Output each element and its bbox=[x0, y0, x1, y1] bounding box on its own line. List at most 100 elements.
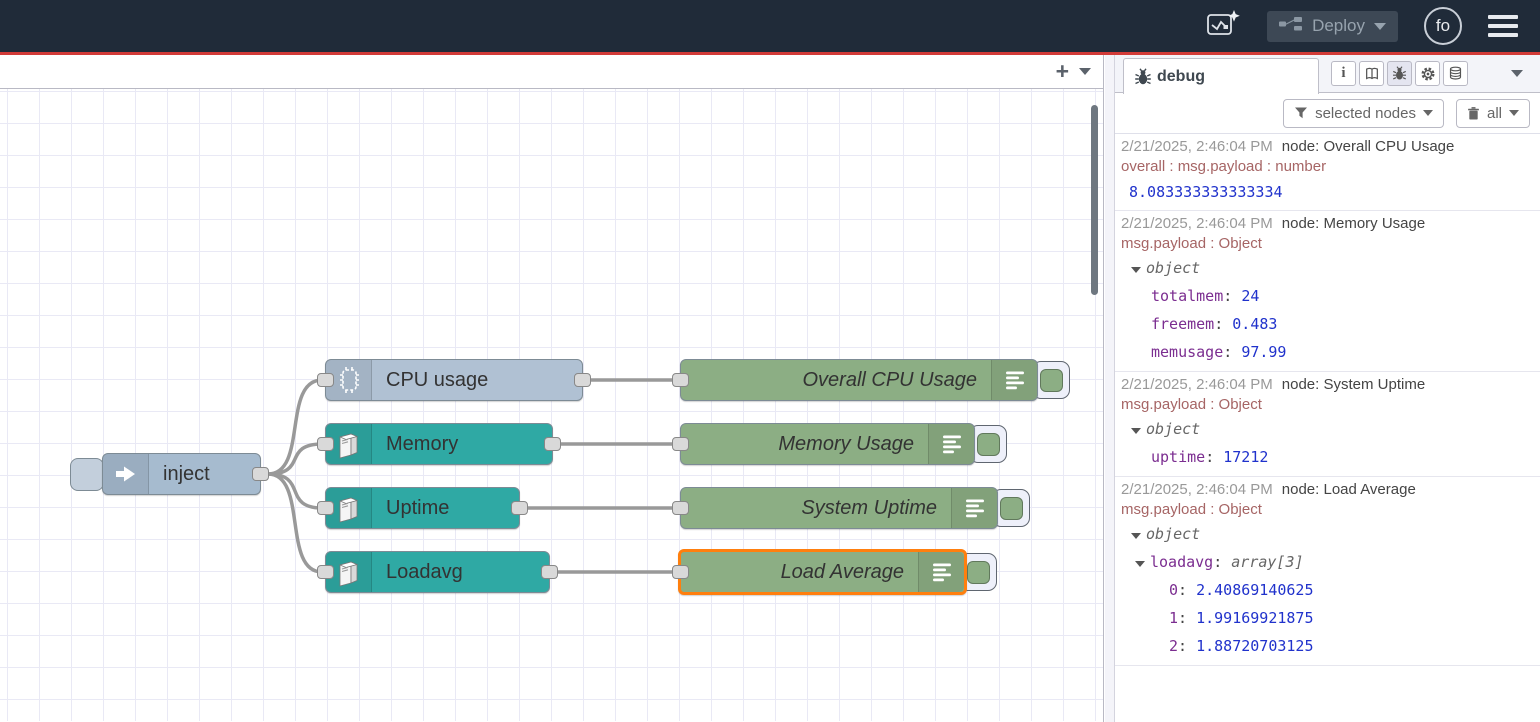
collapse-triangle-icon[interactable] bbox=[1131, 428, 1141, 434]
flow-node-inject[interactable]: inject bbox=[102, 453, 261, 495]
header-bar: Deploy fo bbox=[0, 0, 1540, 52]
entry-value: 1.99169921875 bbox=[1196, 609, 1313, 627]
debug-message[interactable]: 2/21/2025, 2:46:04 PM node: Overall CPU U… bbox=[1115, 134, 1540, 211]
input-port[interactable] bbox=[672, 373, 689, 387]
object-entry-row: uptime: 17212 bbox=[1121, 443, 1534, 471]
flow-node-memory[interactable]: Memory bbox=[325, 423, 553, 465]
message-timestamp: 2/21/2025, 2:46:04 PM bbox=[1121, 138, 1273, 155]
deploy-button[interactable]: Deploy bbox=[1267, 11, 1398, 42]
input-port[interactable] bbox=[317, 373, 334, 387]
wire[interactable] bbox=[268, 444, 322, 474]
inject-arrow-icon bbox=[103, 454, 149, 494]
filter-label: selected nodes bbox=[1315, 105, 1416, 122]
filter-nodes-button[interactable]: selected nodes bbox=[1283, 99, 1444, 128]
user-avatar[interactable]: fo bbox=[1424, 7, 1462, 45]
add-flow-button[interactable]: + bbox=[1056, 58, 1069, 84]
object-entry-row: freemem: 0.483 bbox=[1121, 310, 1534, 338]
output-port[interactable] bbox=[511, 501, 528, 515]
tab-debug[interactable]: debug bbox=[1123, 58, 1319, 94]
clear-chevron-icon bbox=[1509, 110, 1519, 116]
object-toggle-row[interactable]: object bbox=[1121, 520, 1534, 548]
message-property: msg.payload : Object bbox=[1121, 500, 1534, 520]
flow-node-uptime[interactable]: Uptime bbox=[325, 487, 520, 529]
sidebar-menu-chevron-icon[interactable] bbox=[1511, 70, 1523, 77]
debug-message[interactable]: 2/21/2025, 2:46:04 PMnode: System Uptime… bbox=[1115, 372, 1540, 477]
node-label: CPU usage bbox=[372, 369, 502, 392]
entry-key: 1 bbox=[1169, 609, 1178, 627]
input-port[interactable] bbox=[672, 501, 689, 515]
tab-debug-label: debug bbox=[1157, 68, 1205, 86]
entry-key: 2 bbox=[1169, 637, 1178, 655]
info-icon: i bbox=[1341, 65, 1345, 82]
deploy-nodes-icon bbox=[1279, 16, 1303, 37]
object-type-label: object bbox=[1146, 525, 1200, 543]
main-menu-icon[interactable] bbox=[1488, 15, 1518, 37]
output-port[interactable] bbox=[544, 437, 561, 451]
collapse-triangle-icon[interactable] bbox=[1135, 561, 1145, 567]
array-type-label: array[3] bbox=[1231, 553, 1303, 571]
deploy-label: Deploy bbox=[1312, 16, 1365, 36]
node-label: inject bbox=[149, 463, 224, 486]
entry-key: totalmem bbox=[1151, 287, 1223, 305]
entry-key: uptime bbox=[1151, 448, 1205, 466]
message-source-node: node: System Uptime bbox=[1282, 376, 1425, 393]
object-type-label: object bbox=[1146, 420, 1200, 438]
sidebar-tab-bar: debug i bbox=[1115, 55, 1540, 93]
flow-node-cpu-usage[interactable]: CPU usage bbox=[325, 359, 583, 401]
message-source-node: node: Overall CPU Usage bbox=[1282, 138, 1455, 155]
array-toggle-row[interactable]: loadavg: array[3] bbox=[1121, 548, 1534, 576]
input-port[interactable] bbox=[317, 501, 334, 515]
message-property: msg.payload : Object bbox=[1121, 395, 1534, 415]
flow-node-debug-load-average[interactable]: Load Average bbox=[678, 549, 967, 595]
array-entry-row: 2: 1.88720703125 bbox=[1121, 632, 1534, 660]
output-port[interactable] bbox=[252, 467, 269, 481]
entry-value: 2.40869140625 bbox=[1196, 581, 1313, 599]
object-type-label: object bbox=[1146, 259, 1200, 277]
deploy-caret-icon[interactable] bbox=[1374, 23, 1386, 30]
node-label: Loadavg bbox=[372, 561, 477, 584]
collapse-triangle-icon[interactable] bbox=[1131, 267, 1141, 273]
object-toggle-row[interactable]: object bbox=[1121, 254, 1534, 282]
canvas-scrollbar[interactable] bbox=[1091, 105, 1098, 295]
sidebar-splitter[interactable] bbox=[1105, 55, 1115, 722]
debug-toolbar: selected nodes all bbox=[1115, 93, 1540, 134]
flow-list-chevron-icon[interactable] bbox=[1079, 68, 1091, 75]
sidebar-tab-buttons: i bbox=[1331, 61, 1468, 86]
input-port[interactable] bbox=[317, 437, 334, 451]
funnel-icon bbox=[1294, 106, 1308, 120]
config-tab-button[interactable] bbox=[1415, 61, 1440, 86]
entry-key: freemem bbox=[1151, 315, 1214, 333]
debug-tab-button[interactable] bbox=[1387, 61, 1412, 86]
clear-messages-button[interactable]: all bbox=[1456, 99, 1530, 128]
output-port[interactable] bbox=[541, 565, 558, 579]
array-entry-row: 0: 2.40869140625 bbox=[1121, 576, 1534, 604]
debug-message[interactable]: 2/21/2025, 2:46:04 PMnode: Load Average … bbox=[1115, 477, 1540, 666]
entry-value: 24 bbox=[1241, 287, 1259, 305]
trash-icon bbox=[1467, 106, 1480, 121]
inject-trigger-button[interactable] bbox=[70, 458, 104, 491]
debug-message[interactable]: 2/21/2025, 2:46:04 PMnode: Memory Usage … bbox=[1115, 211, 1540, 372]
input-port[interactable] bbox=[672, 565, 689, 579]
info-tab-button[interactable]: i bbox=[1331, 61, 1356, 86]
flow-node-debug-memory-usage[interactable]: Memory Usage bbox=[680, 423, 975, 465]
help-tab-button[interactable] bbox=[1359, 61, 1384, 86]
object-toggle-row[interactable]: object bbox=[1121, 415, 1534, 443]
input-port[interactable] bbox=[317, 565, 334, 579]
entry-value: 0.483 bbox=[1232, 315, 1277, 333]
gear-icon bbox=[1420, 66, 1436, 82]
flow-node-loadavg[interactable]: Loadavg bbox=[325, 551, 550, 593]
flow-canvas[interactable]: inject CPU usage bbox=[0, 89, 1103, 721]
flow-tab-bar: + bbox=[0, 55, 1103, 89]
ai-export-icon[interactable] bbox=[1205, 8, 1241, 45]
context-tab-button[interactable] bbox=[1443, 61, 1468, 86]
input-port[interactable] bbox=[672, 437, 689, 451]
flow-node-debug-overall-cpu[interactable]: Overall CPU Usage bbox=[680, 359, 1038, 401]
flow-node-debug-system-uptime[interactable]: System Uptime bbox=[680, 487, 998, 529]
clear-label: all bbox=[1487, 105, 1502, 122]
debug-output-icon bbox=[928, 424, 974, 464]
collapse-triangle-icon[interactable] bbox=[1131, 533, 1141, 539]
workspace-column: + bbox=[0, 55, 1104, 722]
output-port[interactable] bbox=[574, 373, 591, 387]
wire[interactable] bbox=[268, 474, 322, 508]
node-label: Memory Usage bbox=[764, 433, 928, 456]
